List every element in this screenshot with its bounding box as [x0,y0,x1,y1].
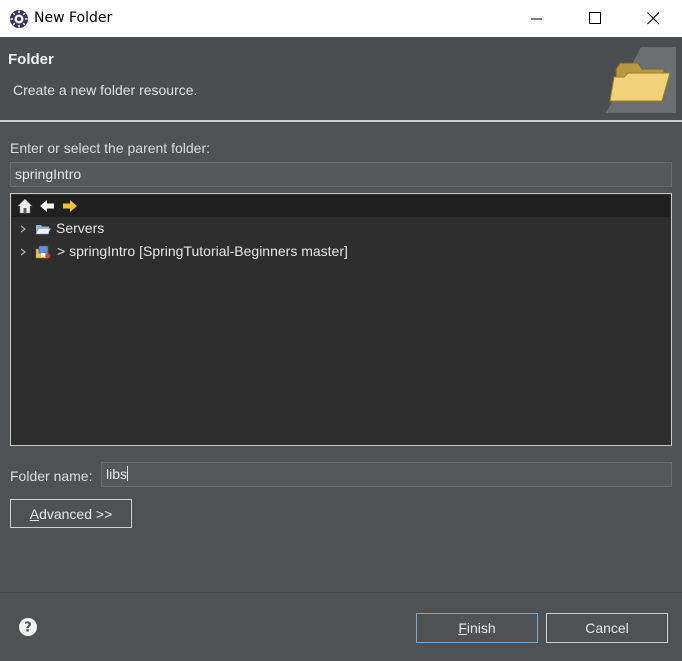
close-button[interactable] [624,0,682,37]
project-icon [35,244,51,260]
help-icon[interactable]: ? [18,617,38,637]
footer-separator [0,592,682,593]
minimize-icon [531,18,542,19]
advanced-mnemonic: A [29,505,40,522]
wizard-title: Folder [8,51,54,68]
chevron-right-icon[interactable] [18,245,28,259]
tree-item-servers[interactable]: Servers [11,218,669,240]
wizard-description: Create a new folder resource. [13,82,198,98]
tree-item-label: > springIntro [SpringTutorial-Beginners … [57,243,348,259]
parent-folder-input[interactable]: springIntro [10,162,672,187]
cancel-button[interactable]: Cancel [546,613,668,643]
forward-arrow-icon[interactable] [62,198,78,214]
banner-separator [0,120,682,122]
finish-mnemonic: F [458,620,467,636]
finish-button[interactable]: Finish [416,613,538,643]
tree-toolbar [12,195,670,217]
back-arrow-icon[interactable] [39,198,55,214]
folder-name-input[interactable]: libs [101,462,672,487]
tree-item-label: Servers [56,220,105,236]
text-cursor [127,466,129,481]
folder-wizard-icon [606,47,676,113]
tree-item-springintro[interactable]: > springIntro [SpringTutorial-Beginners … [11,241,669,263]
chevron-right-icon[interactable] [18,222,28,236]
minimize-button[interactable] [508,0,566,37]
window-title: New Folder [34,10,113,26]
cancel-label: Cancel [585,620,629,636]
advanced-button[interactable]: Advanced >> [10,499,132,528]
finish-label: inish [466,620,496,636]
folder-name-label: Folder name: [10,468,93,484]
folder-name-value: libs [106,466,128,482]
open-folder-icon [35,221,51,237]
maximize-icon [588,12,601,24]
close-icon [646,12,659,25]
parent-folder-label: Enter or select the parent folder: [10,140,210,156]
maximize-button[interactable] [566,0,624,37]
home-icon[interactable] [17,198,33,214]
advanced-label: dvanced >> [39,505,113,522]
svg-text:?: ? [24,621,32,636]
eclipse-app-icon [9,9,29,29]
folder-tree[interactable]: Servers > springIntro [SpringTutorial-Be… [10,193,672,446]
wizard-banner: Folder Create a new folder resource. [0,37,682,120]
title-bar: New Folder [0,0,682,37]
